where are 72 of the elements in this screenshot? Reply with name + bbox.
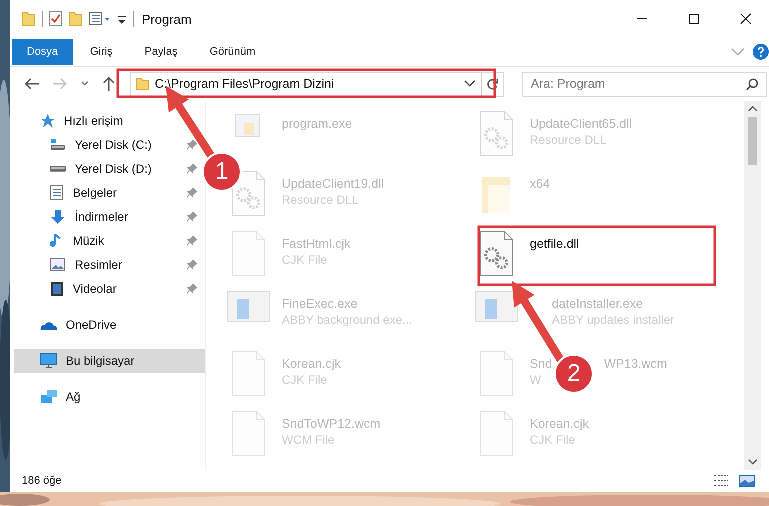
sidebar-label: Ağ <box>66 390 81 404</box>
sidebar-item[interactable]: Müzik <box>14 229 205 253</box>
sidebar-item[interactable]: Bu bilgisayar <box>14 349 205 373</box>
ribbon-tab[interactable]: Giriş <box>75 39 128 65</box>
star-icon <box>40 113 56 129</box>
sidebar-item[interactable]: Ağ <box>14 385 205 409</box>
film-icon <box>50 281 64 297</box>
close-icon <box>740 13 752 25</box>
sidebar-label: Yerel Disk (C:) <box>75 138 152 152</box>
details-view-icon[interactable] <box>713 475 729 487</box>
drive-icon <box>50 166 66 172</box>
sidebar-label: Belgeler <box>73 186 118 200</box>
sidebar-label: Videolar <box>73 282 117 296</box>
folder-icon <box>136 77 150 91</box>
sidebar-item[interactable]: Videolar <box>14 277 205 301</box>
document-icon <box>50 185 64 201</box>
pin-icon[interactable] <box>187 260 197 270</box>
download-arrow-icon <box>50 209 66 225</box>
chevron-down-icon[interactable] <box>464 80 476 88</box>
sidebar-item[interactable]: Hızlı erişim <box>14 109 205 133</box>
sidebar-label: Yerel Disk (D:) <box>75 162 152 176</box>
properties-icon[interactable] <box>49 11 63 27</box>
chevron-down-icon[interactable] <box>80 80 90 88</box>
window-icon <box>474 291 520 323</box>
ribbon-tab[interactable]: Dosya <box>12 39 74 65</box>
pin-icon[interactable] <box>187 140 197 150</box>
view-icon[interactable] <box>89 11 111 27</box>
folder-icon[interactable] <box>22 11 36 27</box>
sidebar-label: Resimler <box>75 258 122 272</box>
ribbon-tab[interactable]: Paylaş <box>130 39 193 65</box>
sidebar-label: Hızlı erişim <box>64 114 124 128</box>
large-icons-view-icon[interactable] <box>739 475 755 487</box>
sidebar-item[interactable]: Yerel Disk (D:) <box>14 157 205 181</box>
search-field[interactable]: Ara: Program <box>522 72 767 96</box>
sidebar-item[interactable]: Resimler <box>14 253 205 277</box>
back-arrow-icon[interactable] <box>24 77 40 91</box>
maximize-icon <box>688 13 700 25</box>
ribbon-tab[interactable]: Görünüm <box>194 39 271 65</box>
forward-arrow-icon[interactable] <box>52 77 68 91</box>
pin-icon[interactable] <box>187 212 197 222</box>
pin-icon[interactable] <box>187 284 197 294</box>
sidebar-label: İndirmeler <box>75 210 128 224</box>
scroll-thumb[interactable] <box>748 117 757 165</box>
refresh-icon <box>486 78 499 90</box>
scrollbar[interactable] <box>744 101 761 470</box>
up-arrow-icon[interactable] <box>102 76 116 92</box>
drive-icon <box>50 138 66 152</box>
music-note-icon <box>50 233 64 249</box>
sidebar-label: Bu bilgisayar <box>66 354 135 368</box>
help-icon[interactable] <box>753 44 769 60</box>
monitor-icon <box>40 353 58 369</box>
scroll-down-icon[interactable] <box>748 458 758 466</box>
pin-icon[interactable] <box>187 236 197 246</box>
new-folder-icon[interactable] <box>69 11 83 27</box>
window-icon <box>226 291 272 323</box>
item-count: 186 öğe <box>22 475 62 487</box>
sidebar-item[interactable]: Belgeler <box>14 181 205 205</box>
window-title: Program <box>142 12 192 26</box>
sidebar-item[interactable]: OneDrive <box>14 313 205 337</box>
search-icon <box>746 78 759 90</box>
file-name: WP13.wcm <box>604 357 668 371</box>
scroll-up-icon[interactable] <box>748 105 758 113</box>
network-icon <box>40 389 58 405</box>
sidebar-label: Müzik <box>73 234 104 248</box>
pin-icon[interactable] <box>187 164 197 174</box>
sidebar-label: OneDrive <box>66 318 117 332</box>
file-name[interactable]: getfile.dll <box>530 237 580 251</box>
sidebar-item[interactable]: İndirmeler <box>14 205 205 229</box>
picture-icon <box>50 258 66 272</box>
sidebar-item[interactable]: Yerel Disk (C:) <box>14 133 205 157</box>
pin-icon[interactable] <box>187 188 197 198</box>
address-path: C:\Program Files\Program Dizini <box>155 77 336 91</box>
